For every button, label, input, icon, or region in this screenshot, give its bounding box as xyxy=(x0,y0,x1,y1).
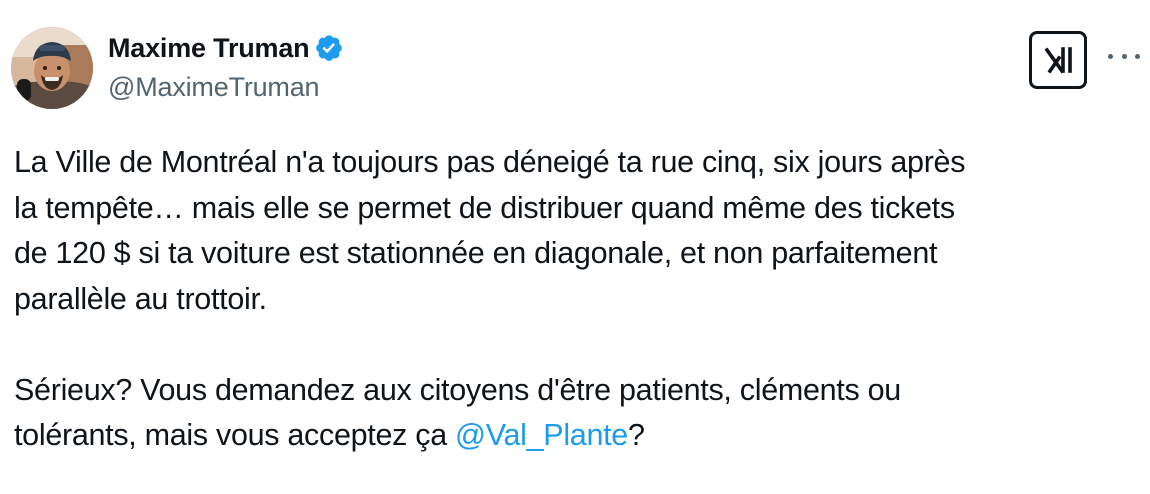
author-display-name[interactable]: Maxime Truman xyxy=(108,31,310,65)
more-options-button[interactable] xyxy=(1108,44,1140,68)
author-name-row: Maxime Truman xyxy=(108,31,344,65)
tweet-text-segment: ? xyxy=(627,418,645,452)
author-info: Maxime Truman @MaximeTruman xyxy=(108,31,344,104)
tweet-line: de 120 $ si ta voiture est stationnée en… xyxy=(14,236,938,270)
tweet-line: La Ville de Montréal n'a toujours pas dé… xyxy=(14,145,966,179)
tweet-line: la tempête… mais elle se permet de distr… xyxy=(14,190,955,225)
author-handle[interactable]: @MaximeTruman xyxy=(108,70,344,104)
author-avatar[interactable] xyxy=(11,27,93,109)
tweet-line: parallèle au trottoir. xyxy=(14,281,267,316)
tweet-line: Sérieux? Vous demandez aux citoyens d'êt… xyxy=(14,372,901,407)
x-logo-icon[interactable] xyxy=(1029,31,1087,89)
more-horizontal-icon xyxy=(1108,53,1113,59)
mention-link[interactable]: @Val_Plante xyxy=(455,418,628,452)
tweet-line: tolérants, mais vous acceptez ça @Val_Pl… xyxy=(14,413,1134,459)
tweet-body: La Ville de Montréal n'a toujours pas dé… xyxy=(14,140,1134,459)
verified-badge-icon[interactable] xyxy=(314,33,344,63)
avatar-image xyxy=(11,27,93,109)
tweet-card: Maxime Truman @MaximeTruman La Ville de … xyxy=(0,0,1150,494)
tweet-text-segment: tolérants, mais vous acceptez ça xyxy=(14,418,456,452)
